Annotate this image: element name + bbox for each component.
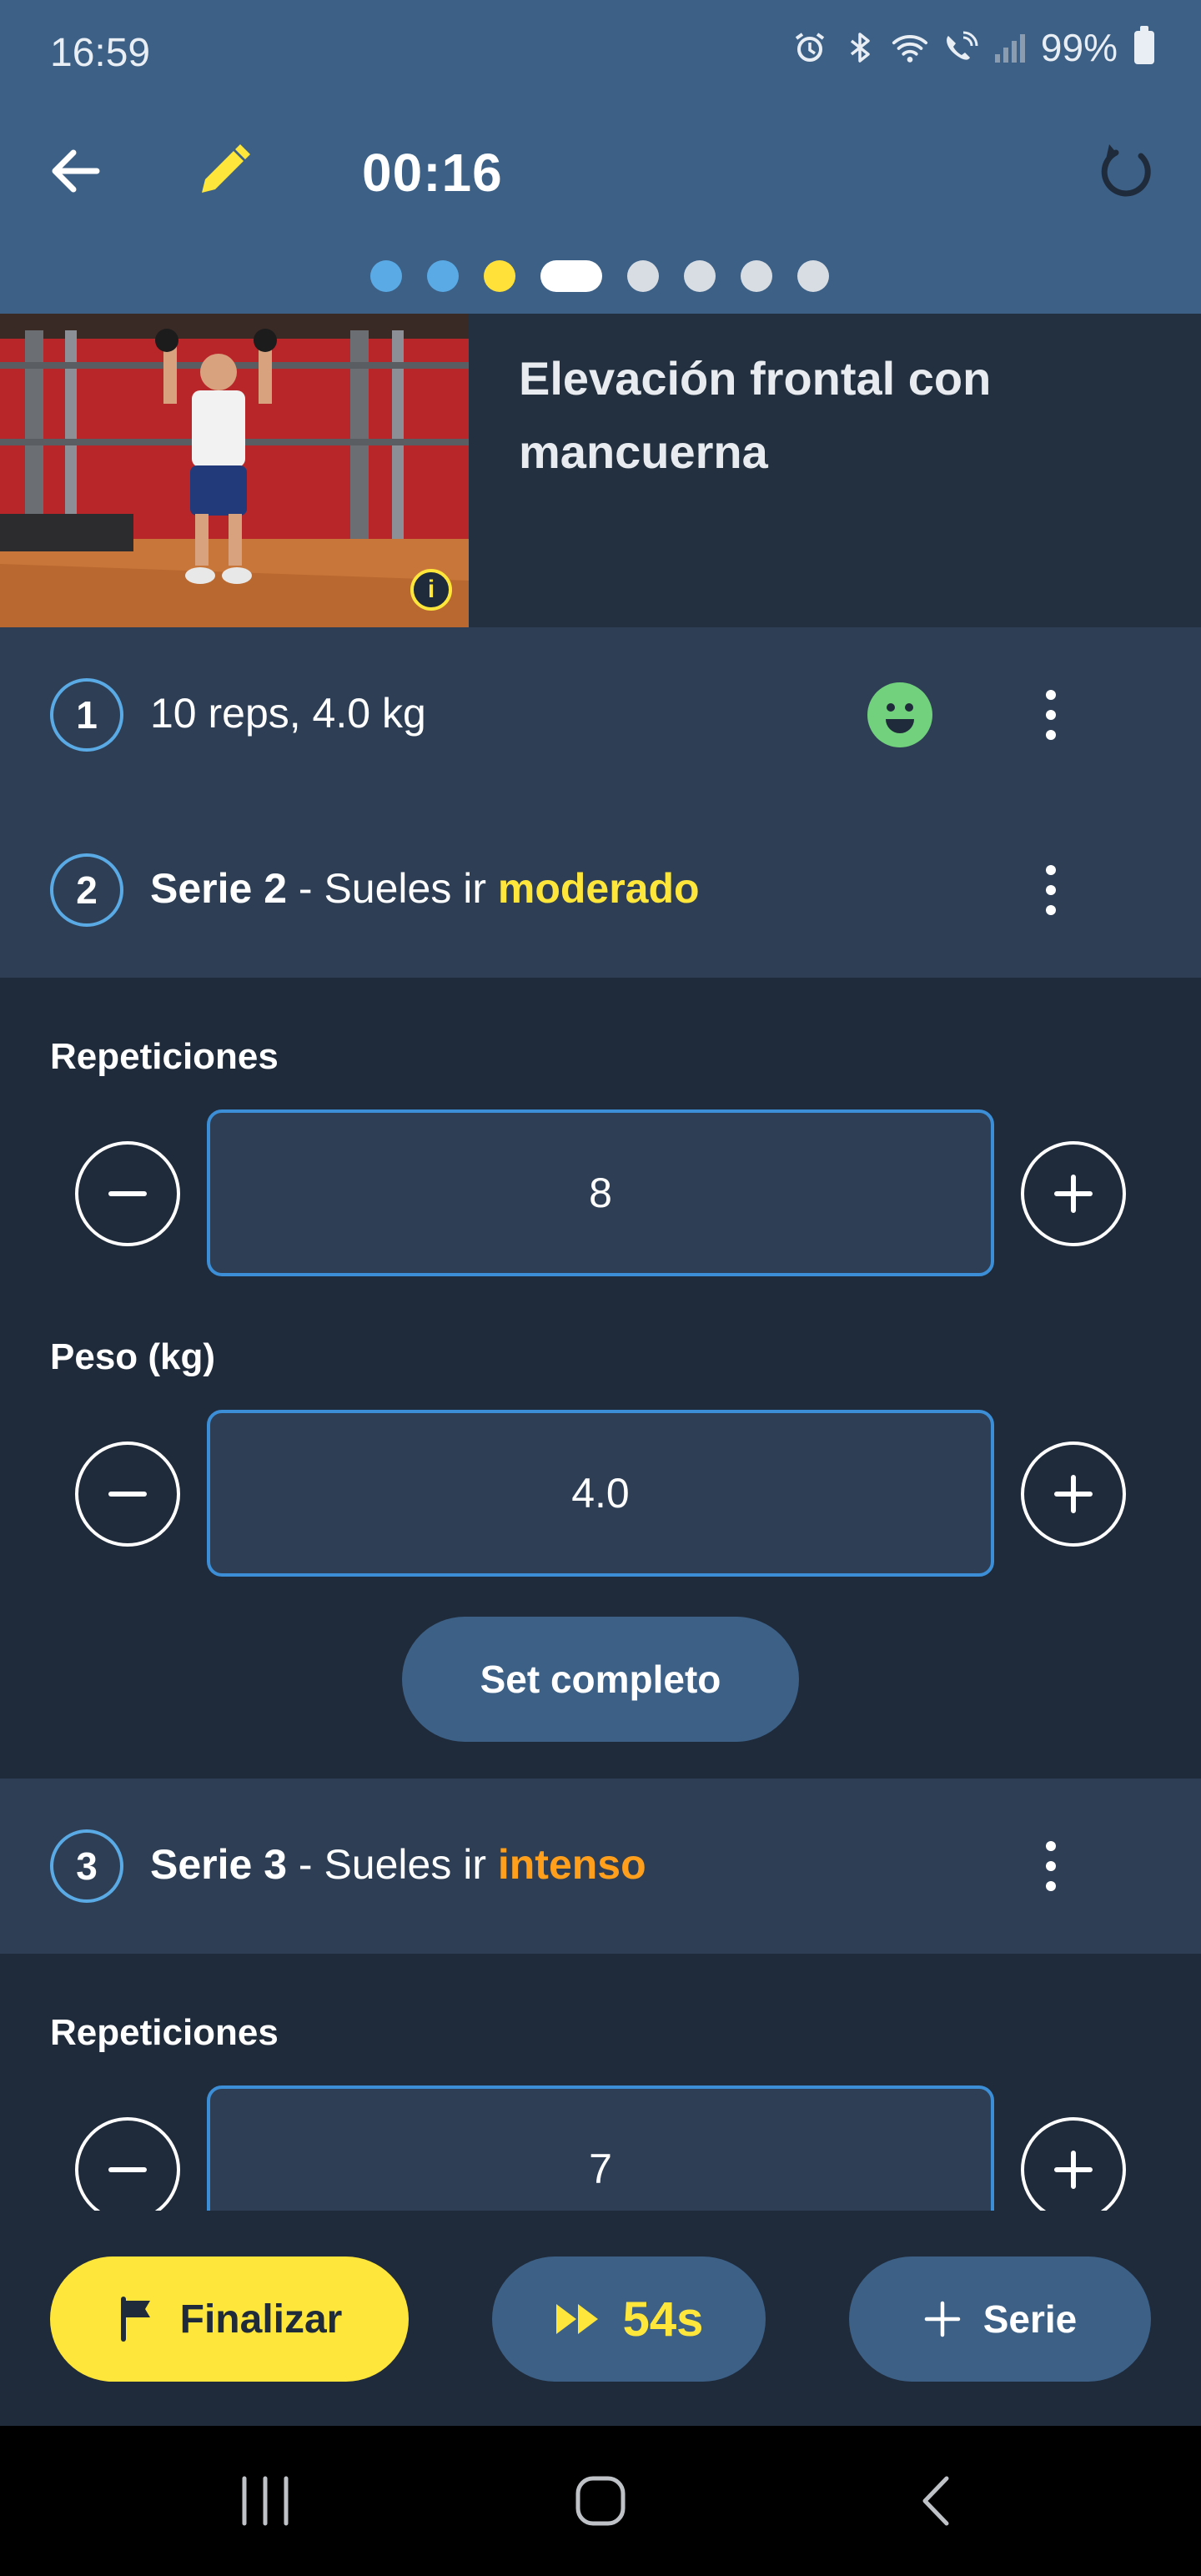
home-button[interactable]: [559, 2459, 642, 2543]
bottom-action-bar: Finalizar 54s Serie: [0, 2211, 1201, 2426]
weight-label: Peso (kg): [50, 1336, 216, 1377]
reps-label: Repeticiones: [50, 1036, 279, 1077]
set-hint: - Sueles ir: [287, 1841, 498, 1888]
wifi-calling-icon: [941, 28, 979, 67]
arrow-left-icon: [52, 149, 100, 193]
weight-input[interactable]: 4.0: [207, 1410, 994, 1577]
set-row-1[interactable]: 1 10 reps, 4.0 kg: [0, 627, 1201, 802]
back-nav-button[interactable]: [896, 2459, 979, 2543]
back-chevron-icon: [922, 2476, 949, 2526]
progress-dot[interactable]: [797, 260, 829, 292]
set-intensity: intenso: [497, 1841, 646, 1888]
signal-icon: [991, 28, 1029, 67]
system-navigation-bar: [0, 2426, 1201, 2576]
plus-icon: [1054, 1475, 1093, 1513]
plus-icon: [1054, 1175, 1093, 1213]
set-options-button[interactable]: [1034, 1833, 1068, 1899]
battery-icon: [1134, 26, 1154, 64]
flag-icon: [120, 2297, 150, 2342]
set-intensity: moderado: [497, 865, 700, 912]
finish-label: Finalizar: [179, 2297, 343, 2342]
bluetooth-icon: [841, 28, 879, 67]
reps-input[interactable]: 7: [207, 2085, 994, 2211]
progress-dot[interactable]: [427, 260, 459, 292]
info-icon[interactable]: i: [410, 569, 452, 611]
reps-decrement-button[interactable]: [75, 2117, 180, 2211]
wifi-icon: [891, 28, 929, 67]
edit-button[interactable]: [190, 138, 257, 204]
finish-button[interactable]: Finalizar: [50, 2257, 409, 2382]
progress-dot[interactable]: [627, 260, 659, 292]
minus-icon: [108, 2167, 147, 2172]
exercise-progress-dots: [370, 260, 829, 292]
set-title: Serie 2: [150, 865, 288, 912]
add-set-label: Serie: [982, 2297, 1078, 2341]
set-row-3[interactable]: 3 Serie 3 - Sueles ir intenso: [0, 1779, 1201, 1954]
reps-increment-button[interactable]: [1021, 2117, 1126, 2211]
exercise-image: [0, 314, 469, 627]
reps-input[interactable]: 8: [207, 1109, 994, 1276]
battery-percent: 99%: [1040, 26, 1118, 69]
rest-timer-button[interactable]: 54s: [492, 2257, 766, 2382]
progress-dot[interactable]: [741, 260, 772, 292]
exercise-thumbnail[interactable]: i: [0, 314, 469, 627]
set-title-line: Serie 3 - Sueles ir intenso: [150, 1840, 646, 1889]
pencil-icon: [202, 144, 250, 193]
minus-icon: [108, 1191, 147, 1196]
progress-dot[interactable]: [684, 260, 716, 292]
rest-timer-label: 54s: [622, 2292, 704, 2347]
set-row-2[interactable]: 2 Serie 2 - Sueles ir moderado: [0, 802, 1201, 978]
back-button[interactable]: [43, 138, 110, 204]
smiley-icon[interactable]: [867, 682, 932, 747]
recent-apps-button[interactable]: [224, 2459, 307, 2543]
progress-dot[interactable]: [370, 260, 402, 292]
status-time: 16:59: [50, 31, 151, 75]
set-title: Serie 3: [150, 1841, 288, 1888]
plus-icon: [1054, 2151, 1093, 2189]
alarm-icon: [791, 28, 829, 67]
set-number-badge: 3: [50, 1829, 123, 1903]
set-number-badge: 1: [50, 678, 123, 752]
set-summary: 10 reps, 4.0 kg: [150, 690, 426, 737]
minus-icon: [108, 1492, 147, 1497]
reps-decrement-button[interactable]: [75, 1141, 180, 1246]
weight-decrement-button[interactable]: [75, 1441, 180, 1547]
workout-toolbar: 00:16: [0, 108, 1201, 314]
set-2-editor: Repeticiones 8 Peso (kg) 4.0 Set complet…: [0, 978, 1201, 1779]
restart-button[interactable]: [1093, 138, 1159, 204]
add-set-button[interactable]: Serie: [849, 2257, 1151, 2382]
set-3-editor: Repeticiones 7: [0, 1954, 1201, 2211]
plus-icon: [924, 2301, 960, 2337]
set-hint: - Sueles ir: [287, 865, 498, 912]
status-bar: 16:59 99%: [0, 0, 1201, 108]
progress-dot[interactable]: [484, 260, 515, 292]
reps-label: Repeticiones: [50, 2012, 279, 2053]
status-icons: 99%: [791, 25, 1154, 70]
set-number-badge: 2: [50, 853, 123, 927]
exercise-header: i Elevación frontal con mancuerna: [0, 314, 1201, 627]
fast-forward-icon: [555, 2304, 598, 2334]
progress-dot-active[interactable]: [540, 260, 602, 292]
exercise-title: Elevación frontal con mancuerna: [519, 352, 992, 478]
workout-timer: 00:16: [362, 143, 503, 203]
reps-increment-button[interactable]: [1021, 1141, 1126, 1246]
recent-apps-icon: [242, 2476, 289, 2526]
restart-icon: [1101, 144, 1151, 197]
weight-increment-button[interactable]: [1021, 1441, 1126, 1547]
set-complete-button[interactable]: Set completo: [402, 1617, 799, 1742]
set-options-button[interactable]: [1034, 682, 1068, 748]
set-options-button[interactable]: [1034, 857, 1068, 923]
home-icon: [575, 2476, 626, 2526]
set-title-line: Serie 2 - Sueles ir moderado: [150, 864, 700, 913]
